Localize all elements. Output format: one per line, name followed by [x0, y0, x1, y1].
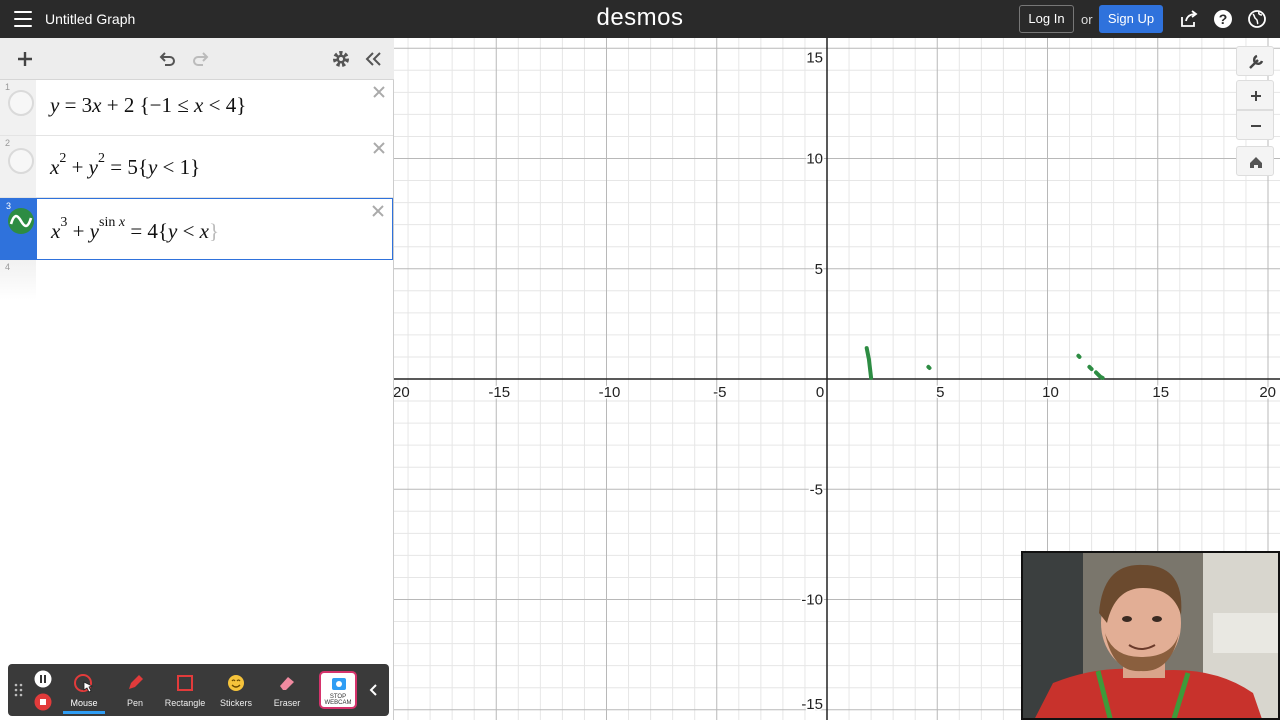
expression-number: 2 [5, 138, 11, 148]
pause-icon[interactable] [34, 670, 52, 688]
rectangle-icon [177, 675, 193, 691]
expression-row-4[interactable]: 4 [0, 260, 393, 300]
delete-expression-icon[interactable] [370, 203, 386, 219]
curve-segment [864, 346, 874, 380]
globe-icon[interactable] [1247, 9, 1267, 29]
top-bar: Untitled Graph desmos Log In or Sign Up … [0, 0, 1280, 38]
drag-handle-icon[interactable] [14, 683, 24, 697]
x-tick-label: 15 [1152, 384, 1169, 401]
delete-expression-icon[interactable] [371, 84, 387, 100]
zoom-out-button[interactable] [1236, 110, 1274, 140]
graph-curve-color-icon[interactable] [7, 207, 35, 235]
expression-gutter: 1 [0, 80, 36, 135]
expression-gutter: 3 [1, 199, 37, 259]
or-text: or [1081, 12, 1093, 27]
tool-label: Eraser [273, 698, 301, 708]
tool-label: Rectangle [164, 698, 206, 708]
curve-segment [1094, 370, 1105, 380]
collapse-toolbar-icon[interactable] [366, 682, 382, 698]
sign-up-button[interactable]: Sign Up [1099, 5, 1163, 33]
eraser-icon [280, 677, 294, 690]
x-tick-label: 10 [1042, 384, 1059, 401]
zoom-in-button[interactable] [1236, 80, 1274, 110]
webcam-label-2: WEBCAM [324, 700, 352, 706]
curve-segment [1087, 364, 1094, 372]
tool-label: Stickers [219, 698, 252, 708]
expression-panel: 1 y = 3x + 2 {−1 ≤ x < 4} 2 x2 + y2 = 5{… [0, 38, 394, 720]
rectangle-tool[interactable]: Rectangle [160, 664, 210, 716]
tool-label: Mouse [70, 698, 98, 708]
expression-number: 4 [5, 262, 11, 272]
expression-gutter: 2 [0, 136, 36, 197]
color-toggle-icon[interactable] [8, 90, 34, 116]
x-tick-label: -10 [599, 384, 621, 401]
log-in-button[interactable]: Log In [1019, 5, 1074, 33]
y-tick-label: 15 [806, 49, 823, 66]
y-tick-label: -5 [810, 481, 823, 498]
expression-row-1[interactable]: 1 y = 3x + 2 {−1 ≤ x < 4} [0, 80, 393, 136]
expression-math[interactable]: x3 + ysin x = 4{y < x} [51, 215, 219, 244]
webcam-icon [332, 678, 346, 690]
expression-row-3[interactable]: 3 x3 + ysin x = 4{y < x} [0, 198, 393, 260]
color-toggle-icon[interactable] [8, 148, 34, 174]
settings-gear-icon[interactable] [330, 48, 352, 70]
screen-recorder-toolbar: Mouse Pen Rectangle Stickers Eraser STOP… [8, 664, 389, 716]
svg-text:?: ? [1219, 11, 1228, 27]
webcam-feed [1021, 551, 1280, 720]
curve-segment [926, 364, 932, 370]
undo-icon[interactable] [156, 48, 178, 70]
x-tick-label: -5 [713, 384, 726, 401]
stop-record-icon[interactable] [34, 693, 52, 711]
desmos-app: Untitled Graph desmos Log In or Sign Up … [0, 0, 1280, 720]
graph-title[interactable]: Untitled Graph [45, 11, 135, 27]
x-tick-label: 0 [816, 384, 824, 401]
expression-row-2[interactable]: 2 x2 + y2 = 5{y < 1} [0, 136, 393, 198]
expression-number: 1 [5, 82, 11, 92]
tool-label: Pen [126, 698, 143, 708]
add-item-icon[interactable] [14, 48, 36, 70]
sticker-icon [228, 675, 244, 691]
mouse-tool[interactable]: Mouse [59, 664, 109, 716]
collapse-panel-icon[interactable] [362, 48, 384, 70]
expression-gutter: 4 [0, 260, 36, 300]
wrench-icon [1249, 54, 1264, 69]
minus-icon [1251, 125, 1261, 127]
y-tick-label: -10 [801, 592, 823, 609]
webcam-presenter-image [1023, 553, 1278, 718]
plus-icon [1251, 91, 1261, 101]
help-icon[interactable]: ? [1213, 9, 1233, 29]
curve-segment [1076, 353, 1082, 359]
pen-icon [129, 675, 143, 689]
delete-expression-icon[interactable] [371, 140, 387, 156]
x-tick-label: 5 [936, 384, 944, 401]
expression-math[interactable]: x2 + y2 = 5{y < 1} [50, 151, 200, 180]
pen-tool[interactable]: Pen [110, 664, 160, 716]
graph-settings-button[interactable] [1236, 46, 1274, 76]
expression-toolbar [0, 38, 394, 80]
expression-math[interactable]: y = 3x + 2 {−1 ≤ x < 4} [50, 93, 246, 118]
stickers-tool[interactable]: Stickers [211, 664, 261, 716]
y-tick-label: 10 [806, 151, 823, 168]
share-icon[interactable] [1179, 9, 1199, 29]
y-tick-label: 5 [815, 261, 823, 278]
y-tick-label: -15 [801, 696, 823, 713]
x-tick-label: -20 [394, 384, 410, 401]
x-tick-label: -15 [488, 384, 510, 401]
stop-webcam-button[interactable]: STOP WEBCAM [319, 671, 357, 709]
eraser-tool[interactable]: Eraser [262, 664, 312, 716]
x-tick-label: 20 [1259, 384, 1276, 401]
mouse-icon [74, 674, 94, 693]
menu-icon[interactable] [14, 11, 32, 27]
redo-icon[interactable] [190, 48, 212, 70]
default-viewport-button[interactable] [1236, 146, 1274, 176]
home-icon [1250, 157, 1262, 168]
